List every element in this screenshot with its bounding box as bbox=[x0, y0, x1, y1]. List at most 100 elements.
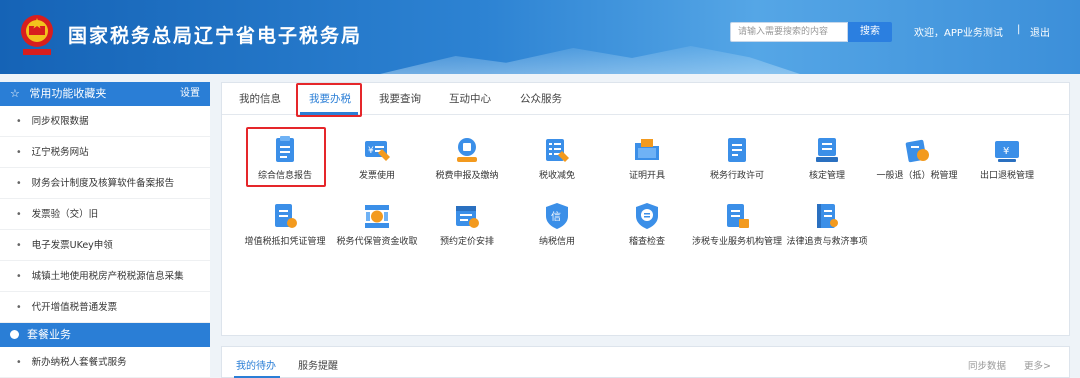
tile-inspection[interactable]: 稽查检查 bbox=[602, 201, 692, 248]
tile-highlight-box bbox=[246, 127, 326, 187]
tile-legal-relief[interactable]: 法律追责与救济事项 bbox=[782, 201, 872, 248]
tile-label: 发票使用 bbox=[358, 171, 395, 181]
pricing-calendar-icon bbox=[456, 206, 479, 228]
sidebar-item-ukey[interactable]: • 电子发票UKey申领 bbox=[0, 230, 210, 261]
sidebar-item-invoice-check[interactable]: • 发票验（交）旧 bbox=[0, 199, 210, 230]
tile-service-agency[interactable]: 涉税专业服务机构管理 bbox=[692, 201, 782, 248]
star-icon: ☆ bbox=[10, 87, 20, 100]
tile-label: 出口退税管理 bbox=[979, 171, 1034, 181]
tile-tax-relief[interactable]: 税收减免 bbox=[512, 135, 602, 182]
tile-admin-license[interactable]: 税务行政许可 bbox=[692, 135, 782, 182]
sidebar-item-vat-invoice[interactable]: • 代开增值税普通发票 bbox=[0, 292, 210, 323]
sidebar-item-land-tax[interactable]: • 城镇土地使用税房产税税源信息采集 bbox=[0, 261, 210, 292]
national-emblem-icon bbox=[21, 15, 53, 55]
sidebar-item-new-taxpayer[interactable]: • 新办纳税人套餐式服务 bbox=[0, 347, 210, 378]
refund-icon bbox=[905, 139, 929, 163]
favorites-settings-link[interactable]: 设置 bbox=[180, 82, 200, 106]
bullet-icon: • bbox=[16, 271, 22, 282]
todo-panel: 我的待办 服务提醒 同步数据 更多> bbox=[221, 346, 1070, 378]
tax-declaration-icon bbox=[457, 138, 477, 162]
welcome-user-text: 欢迎，APP业务测试 bbox=[914, 28, 1003, 39]
tab-public-services[interactable]: 公众服务 bbox=[520, 91, 562, 106]
more-link[interactable]: 更多> bbox=[1024, 358, 1051, 372]
approval-icon bbox=[816, 138, 838, 162]
bullet-icon: • bbox=[16, 357, 22, 368]
tile-tax-declaration[interactable]: 税费申报及缴纳 bbox=[422, 135, 512, 182]
sidebar: ☆ 常用功能收藏夹 设置 • 同步权限数据 • 辽宁税务网站 • 财务会计制度及核算软… bbox=[0, 82, 210, 378]
sidebar-item-label: 发票验（交）旧 bbox=[31, 209, 99, 220]
sidebar-item-label: 新办纳税人套餐式服务 bbox=[31, 357, 127, 368]
tile-approval-management[interactable]: 核定管理 bbox=[782, 135, 872, 182]
legal-book-icon bbox=[817, 204, 838, 228]
tile-label: 纳税信用 bbox=[538, 237, 575, 247]
tab-tax-query[interactable]: 我要查询 bbox=[379, 91, 421, 106]
svg-text:¥: ¥ bbox=[1003, 146, 1009, 157]
site-header: 国家税务总局辽宁省电子税务局 请输入需要搜索的内容 搜索 欢迎，APP业务测试 … bbox=[0, 0, 1080, 74]
tile-label: 稽查检查 bbox=[628, 237, 665, 247]
sidebar-item-label: 电子发票UKey申领 bbox=[31, 240, 113, 251]
tab-my-todos[interactable]: 我的待办 bbox=[236, 357, 276, 372]
site-title: 国家税务总局辽宁省电子税务局 bbox=[68, 25, 363, 47]
bullet-icon: • bbox=[16, 147, 22, 158]
tile-invoice-usage[interactable]: ¥ 发票使用 bbox=[332, 135, 422, 182]
license-icon bbox=[728, 138, 746, 162]
tile-vat-voucher[interactable]: 增值税抵扣凭证管理 bbox=[240, 201, 330, 248]
tile-label: 税收减免 bbox=[538, 171, 575, 181]
service-agency-icon bbox=[727, 204, 749, 228]
inspection-icon bbox=[636, 203, 658, 229]
header-separator: | bbox=[1017, 24, 1021, 35]
svg-text:¥: ¥ bbox=[368, 146, 374, 156]
sidebar-item-label: 代开增值税普通发票 bbox=[31, 302, 118, 313]
tab-interaction-center[interactable]: 互动中心 bbox=[449, 91, 491, 106]
tile-fund-custody[interactable]: 税务代保管资金收取 bbox=[332, 201, 422, 248]
sidebar-item-sync-permissions[interactable]: • 同步权限数据 bbox=[0, 106, 210, 137]
export-refund-icon: ¥ bbox=[995, 141, 1019, 162]
tile-label: 税务代保管资金收取 bbox=[336, 237, 418, 247]
sidebar-item-label: 财务会计制度及核算软件备案报告 bbox=[31, 178, 175, 189]
tile-label: 证明开具 bbox=[628, 171, 665, 181]
vat-voucher-icon bbox=[275, 204, 297, 228]
invoice-icon: ¥ bbox=[365, 141, 390, 161]
tab-my-info[interactable]: 我的信息 bbox=[239, 91, 281, 106]
bullet-icon: • bbox=[16, 302, 22, 313]
tab-highlight-box bbox=[296, 83, 362, 117]
fund-custody-icon bbox=[365, 205, 389, 228]
sync-data-link[interactable]: 同步数据 bbox=[968, 358, 1006, 372]
tile-export-refund[interactable]: ¥ 出口退税管理 bbox=[962, 135, 1052, 182]
svg-text:信: 信 bbox=[551, 211, 561, 223]
package-services-header[interactable]: 套餐业务 bbox=[0, 323, 210, 347]
package-icon bbox=[10, 330, 19, 339]
tile-label: 法律追责与救济事项 bbox=[786, 237, 868, 247]
favorites-title: 常用功能收藏夹 bbox=[29, 87, 107, 100]
credit-icon: 信 bbox=[546, 203, 568, 229]
tile-label: 涉税专业服务机构管理 bbox=[692, 237, 783, 247]
tile-refund-management[interactable]: 一般退（抵）税管理 bbox=[872, 135, 962, 182]
tile-label: 一般退（抵）税管理 bbox=[876, 171, 958, 181]
tile-label: 核定管理 bbox=[808, 171, 845, 181]
tile-label: 税务行政许可 bbox=[709, 171, 764, 181]
main-panel: 我的信息 我要办税 我要查询 互动中心 公众服务 综合信息报告 ¥ 发票使用 税… bbox=[221, 82, 1070, 336]
package-services-title: 套餐业务 bbox=[27, 328, 71, 341]
sidebar-item-label: 城镇土地使用税房产税税源信息采集 bbox=[31, 271, 184, 282]
sidebar-item-label: 同步权限数据 bbox=[31, 116, 89, 127]
sidebar-item-label: 辽宁税务网站 bbox=[31, 147, 89, 158]
search-button[interactable]: 搜索 bbox=[848, 22, 892, 42]
bullet-icon: • bbox=[16, 209, 22, 220]
tile-label: 税费申报及缴纳 bbox=[435, 171, 499, 181]
tile-tax-credit[interactable]: 信 纳税信用 bbox=[512, 201, 602, 248]
sidebar-item-accounting-filing[interactable]: • 财务会计制度及核算软件备案报告 bbox=[0, 168, 210, 199]
tile-label: 预约定价安排 bbox=[439, 237, 494, 247]
tile-pricing-arrangement[interactable]: 预约定价安排 bbox=[422, 201, 512, 248]
tile-label: 增值税抵扣凭证管理 bbox=[244, 237, 326, 247]
folder-certificate-icon bbox=[635, 139, 659, 160]
bullet-icon: • bbox=[16, 116, 22, 127]
search-input[interactable]: 请输入需要搜索的内容 bbox=[730, 22, 848, 42]
favorites-header: ☆ 常用功能收藏夹 设置 bbox=[0, 82, 210, 106]
logout-link[interactable]: 退出 bbox=[1030, 24, 1050, 39]
tile-certificate[interactable]: 证明开具 bbox=[602, 135, 692, 182]
bullet-icon: • bbox=[16, 178, 22, 189]
tab-service-reminders[interactable]: 服务提醒 bbox=[298, 357, 338, 372]
bullet-icon: • bbox=[16, 240, 22, 251]
sidebar-item-tax-website[interactable]: • 辽宁税务网站 bbox=[0, 137, 210, 168]
tax-relief-icon bbox=[546, 139, 569, 162]
